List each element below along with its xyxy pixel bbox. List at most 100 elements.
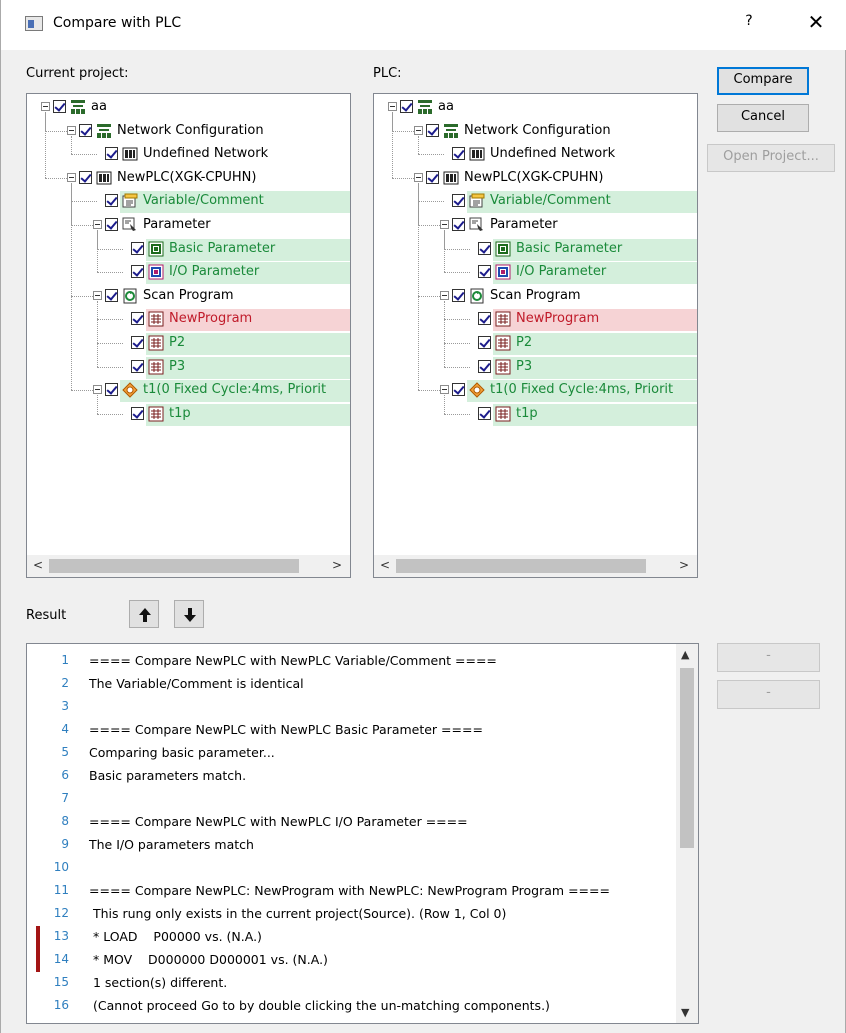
checkbox-icon[interactable]: [105, 218, 118, 231]
line-text: This rung only exists in the current pro…: [89, 906, 507, 921]
collapse-icon[interactable]: [93, 385, 102, 395]
close-button[interactable]: ✕: [801, 10, 831, 34]
checkbox-icon[interactable]: [426, 170, 439, 184]
result-panel[interactable]: 1 ==== Compare NewPLC with NewPLC Variabl…: [26, 643, 699, 1024]
tree-item[interactable]: Network Configuration: [27, 120, 350, 142]
checkbox-icon[interactable]: [131, 241, 144, 255]
checkbox-icon[interactable]: [105, 194, 118, 208]
vertical-scrollbar[interactable]: ▲ ▼: [676, 644, 698, 1023]
checkbox-icon[interactable]: [131, 336, 144, 349]
line-text: The Variable/Comment is identical: [89, 676, 304, 691]
collapse-icon[interactable]: [440, 220, 449, 229]
tree-item[interactable]: NewProgram: [374, 308, 697, 332]
checkbox-icon[interactable]: [478, 406, 491, 420]
checkbox-icon[interactable]: [478, 312, 491, 326]
checkbox-icon[interactable]: [478, 265, 491, 279]
result-label: Result: [26, 608, 67, 623]
open-project-button[interactable]: Open Project...: [707, 144, 835, 172]
checkbox-icon[interactable]: [452, 288, 465, 302]
scroll-thumb[interactable]: [680, 668, 694, 848]
dash-button-2[interactable]: -: [717, 680, 820, 709]
checkbox-icon[interactable]: [452, 218, 465, 231]
checkbox-icon[interactable]: [131, 359, 144, 373]
collapse-icon[interactable]: [414, 125, 423, 135]
scroll-right-icon[interactable]: >: [679, 558, 689, 572]
collapse-icon[interactable]: [414, 172, 423, 182]
tree-item[interactable]: t1p: [27, 403, 350, 426]
horizontal-scrollbar[interactable]: < >: [27, 555, 350, 577]
scroll-left-icon[interactable]: <: [33, 558, 43, 572]
tree-item[interactable]: P3: [374, 356, 697, 379]
collapse-icon[interactable]: [41, 102, 50, 111]
compare-button[interactable]: Compare: [717, 67, 809, 95]
tree-item[interactable]: NewPLC(XGK-CPUHN): [27, 167, 350, 189]
scroll-up-icon[interactable]: ▲: [681, 648, 689, 661]
scroll-down-icon[interactable]: ▼: [681, 1006, 689, 1019]
dash-button-1[interactable]: -: [717, 643, 820, 672]
plc-tree[interactable]: aa Network Configuration Undefined Network…: [373, 93, 698, 578]
tree-item[interactable]: NewPLC(XGK-CPUHN): [374, 167, 697, 189]
collapse-icon[interactable]: [388, 102, 397, 111]
horizontal-scrollbar[interactable]: < >: [374, 555, 697, 577]
collapse-icon[interactable]: [67, 172, 76, 182]
tree-item[interactable]: aa: [374, 96, 697, 118]
tree-item[interactable]: Undefined Network: [27, 143, 350, 165]
cancel-button[interactable]: Cancel: [717, 104, 809, 132]
next-button[interactable]: [174, 600, 204, 628]
help-button[interactable]: ?: [739, 13, 759, 29]
scroll-thumb[interactable]: [396, 559, 646, 573]
checkbox-icon[interactable]: [53, 100, 66, 113]
line-text: ==== Compare NewPLC with NewPLC Basic Pa…: [89, 722, 483, 737]
checkbox-icon[interactable]: [79, 170, 92, 184]
checkbox-icon[interactable]: [400, 100, 413, 113]
tree-item[interactable]: P3: [27, 356, 350, 379]
current-project-tree[interactable]: aa Network Configuration Undefined Network…: [26, 93, 351, 578]
checkbox-icon[interactable]: [105, 383, 118, 397]
tree-item[interactable]: aa: [27, 96, 350, 118]
tree-item[interactable]: Parameter: [27, 214, 350, 236]
collapse-icon[interactable]: [93, 290, 102, 300]
scroll-thumb[interactable]: [49, 559, 299, 573]
compare-with-plc-dialog: Compare with PLC ? ✕ Current project: PL…: [0, 0, 846, 1033]
checkbox-icon[interactable]: [79, 123, 92, 137]
tree-item[interactable]: NewProgram: [27, 308, 350, 332]
checkbox-icon[interactable]: [131, 265, 144, 279]
tree-item[interactable]: t1(0 Fixed Cycle:4ms, Priorit: [27, 379, 350, 403]
tree-item[interactable]: Scan Program: [27, 285, 350, 307]
tree-item-label: aa: [438, 99, 454, 114]
tree-item[interactable]: Undefined Network: [374, 143, 697, 165]
tree-item[interactable]: Basic Parameter: [27, 238, 350, 261]
collapse-icon[interactable]: [440, 385, 449, 395]
tree-item[interactable]: t1p: [374, 403, 697, 426]
checkbox-icon[interactable]: [478, 336, 491, 349]
tree-item[interactable]: P2: [374, 332, 697, 355]
checkbox-icon[interactable]: [105, 288, 118, 302]
tree-item[interactable]: I/O Parameter: [27, 261, 350, 285]
tree-item[interactable]: Basic Parameter: [374, 238, 697, 261]
tree-item[interactable]: Variable/Comment: [27, 190, 350, 214]
checkbox-icon[interactable]: [131, 312, 144, 326]
tree-item[interactable]: Parameter: [374, 214, 697, 236]
scroll-left-icon[interactable]: <: [380, 558, 390, 572]
checkbox-icon[interactable]: [478, 359, 491, 373]
arrow-up-icon: [139, 608, 151, 622]
checkbox-icon[interactable]: [426, 123, 439, 137]
tree-item[interactable]: Variable/Comment: [374, 190, 697, 214]
checkbox-icon[interactable]: [452, 194, 465, 208]
result-line: 3: [27, 696, 677, 717]
scroll-right-icon[interactable]: >: [332, 558, 342, 572]
collapse-icon[interactable]: [440, 290, 449, 300]
checkbox-icon[interactable]: [105, 147, 118, 161]
tree-item[interactable]: I/O Parameter: [374, 261, 697, 285]
checkbox-icon[interactable]: [478, 241, 491, 255]
collapse-icon[interactable]: [67, 125, 76, 135]
previous-button[interactable]: [129, 600, 159, 628]
checkbox-icon[interactable]: [452, 147, 465, 161]
collapse-icon[interactable]: [93, 220, 102, 229]
tree-item[interactable]: t1(0 Fixed Cycle:4ms, Priorit: [374, 379, 697, 403]
tree-item[interactable]: P2: [27, 332, 350, 355]
tree-item[interactable]: Network Configuration: [374, 120, 697, 142]
tree-item[interactable]: Scan Program: [374, 285, 697, 307]
checkbox-icon[interactable]: [452, 383, 465, 397]
checkbox-icon[interactable]: [131, 406, 144, 420]
